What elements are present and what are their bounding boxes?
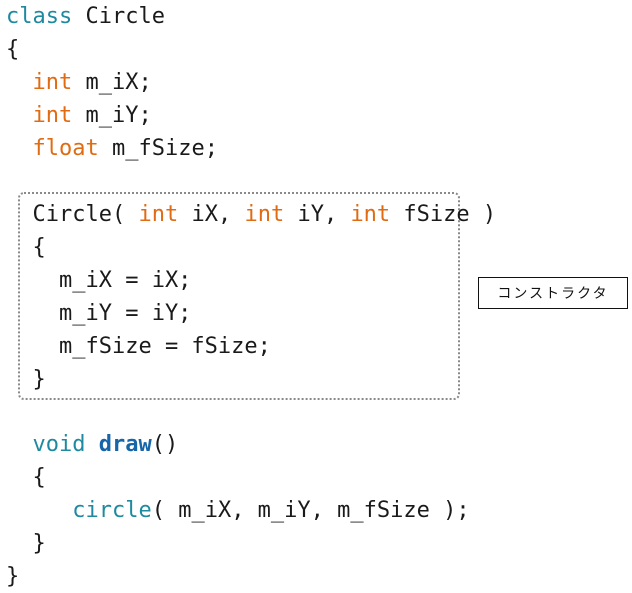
keyword-float: float [32,136,99,161]
field-fsize: m_fSize; [98,136,218,161]
constructor-name: Circle( [32,202,139,227]
code-line-open-brace: { [6,37,20,62]
keyword-int: int [244,202,285,227]
keyword-class: class [6,4,73,29]
method-draw: draw [98,432,152,457]
code-line-class-close: } [6,564,20,589]
draw-parens: () [151,432,179,457]
keyword-int: int [32,70,73,95]
keyword-int: int [138,202,179,227]
code-line-constructor-signature: Circle( int iX, int iY, int fSize ) [6,198,497,231]
code-line-draw-open: { [6,465,46,490]
code-line-class-decl: class Circle [6,0,165,33]
code-line-assign-iy: m_iY = iY; [6,301,192,326]
code-line-ctor-open: { [6,235,46,260]
code-line-assign-fsize: m_fSize = fSize; [6,334,271,359]
code-line-draw-signature: void draw() [6,428,179,461]
constructor-label: コンストラクタ [478,277,628,309]
param-ix: iX, [178,202,245,227]
code-line-draw-close: } [6,531,46,556]
field-ix: m_iX; [72,70,152,95]
function-circle: circle [72,498,152,523]
class-name: Circle [72,4,165,29]
code-line-circle-call: circle( m_iX, m_iY, m_fSize ); [6,494,470,527]
param-fsize: fSize ) [390,202,497,227]
code-line-field-fsize: float m_fSize; [6,132,218,165]
keyword-int: int [32,103,73,128]
code-line-field-ix: int m_iX; [6,66,152,99]
circle-args: ( m_iX, m_iY, m_fSize ); [151,498,470,523]
param-iy: iY, [284,202,351,227]
code-line-assign-ix: m_iX = iX; [6,268,192,293]
field-iy: m_iY; [72,103,152,128]
code-line-field-iy: int m_iY; [6,99,152,132]
keyword-int: int [350,202,391,227]
keyword-void: void [32,432,86,457]
code-line-ctor-close: } [6,367,46,392]
